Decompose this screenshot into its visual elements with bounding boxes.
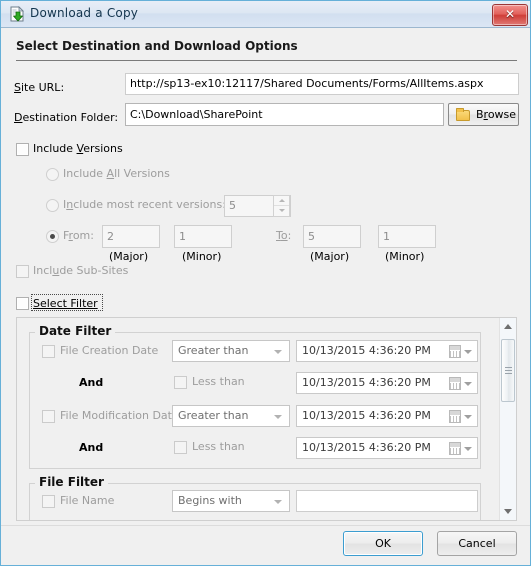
recent-versions-stepper[interactable] — [273, 195, 290, 217]
file-modification-date-from-input[interactable]: 10/13/2015 4:36:20 PM — [296, 405, 478, 427]
file-modification-date-from-value: 10/13/2015 4:36:20 PM — [302, 409, 431, 422]
browse-button-label: Browse — [476, 108, 517, 121]
file-modification-date-operator-select[interactable]: Greater than — [172, 405, 290, 427]
file-creation-date-checkbox[interactable] — [42, 345, 55, 358]
file-modification-date-label: File Modification Date — [60, 409, 179, 422]
file-creation-date-from-input[interactable]: 10/13/2015 4:36:20 PM — [296, 340, 478, 362]
scroll-down-arrow-icon[interactable] — [500, 503, 516, 520]
close-button[interactable]: ✕ — [492, 4, 528, 26]
from-minor-input[interactable]: 1 — [174, 225, 232, 248]
chevron-down-icon[interactable] — [464, 350, 472, 354]
chevron-down-icon — [274, 415, 282, 419]
page-title: Select Destination and Download Options — [16, 39, 298, 53]
file-creation-date-operator-value: Greater than — [178, 344, 249, 357]
title-bar: Download a Copy ✕ — [1, 1, 530, 28]
headline-divider — [16, 60, 517, 61]
date-filter-conjunction-2: And — [79, 441, 104, 454]
chevron-down-icon — [274, 500, 282, 504]
select-filter-focus-ring — [31, 294, 103, 311]
file-name-value-input[interactable] — [296, 490, 478, 512]
scroll-thumb[interactable] — [501, 339, 515, 402]
to-major-caption: (Major) — [310, 250, 350, 263]
window-title: Download a Copy — [30, 6, 139, 20]
download-document-icon — [10, 6, 24, 22]
cancel-button[interactable]: Cancel — [437, 531, 517, 556]
from-major-input[interactable]: 2 — [102, 225, 160, 248]
from-version-label: From: — [63, 229, 94, 242]
chevron-down-icon — [274, 350, 282, 354]
include-recent-versions-label: Include most recent versions: — [63, 198, 226, 211]
file-creation-date-to-value: 10/13/2015 4:36:20 PM — [302, 376, 431, 389]
footer-divider — [1, 525, 530, 526]
date-filter-conjunction-1: And — [79, 376, 104, 389]
file-modification-date-operator-value: Greater than — [178, 409, 249, 422]
site-url-input[interactable]: http://sp13-ex10:12117/Shared Documents/… — [125, 73, 519, 95]
to-minor-caption: (Minor) — [385, 250, 425, 263]
file-creation-date-from-value: 10/13/2015 4:36:20 PM — [302, 344, 431, 357]
browse-button[interactable]: Browse — [448, 103, 519, 126]
include-subsites-checkbox[interactable] — [16, 265, 29, 278]
to-minor-input[interactable]: 1 — [378, 225, 436, 248]
file-name-label: File Name — [60, 494, 115, 507]
from-version-radio[interactable] — [46, 230, 59, 243]
file-modification-date-to-input[interactable]: 10/13/2015 4:36:20 PM — [296, 437, 478, 459]
file-name-checkbox[interactable] — [42, 495, 55, 508]
destination-folder-label: Destination Folder: — [14, 111, 119, 124]
calendar-icon[interactable] — [449, 377, 461, 390]
file-modification-less-than-label: Less than — [192, 440, 245, 453]
include-recent-versions-radio[interactable] — [46, 199, 59, 212]
file-modification-date-checkbox[interactable] — [42, 410, 55, 423]
folder-icon — [456, 108, 470, 121]
stepper-down-icon[interactable] — [274, 206, 289, 215]
scroll-up-arrow-icon[interactable] — [500, 318, 516, 335]
include-versions-checkbox[interactable] — [16, 143, 29, 156]
include-all-versions-radio[interactable] — [46, 168, 59, 181]
include-versions-label: Include Versions — [33, 142, 123, 155]
to-major-input[interactable]: 5 — [303, 225, 361, 248]
to-version-label: To: — [276, 229, 292, 242]
file-name-operator-value: Begins with — [178, 494, 242, 507]
date-filter-group-title: Date Filter — [35, 324, 116, 338]
chevron-down-icon[interactable] — [464, 415, 472, 419]
file-creation-date-to-input[interactable]: 10/13/2015 4:36:20 PM — [296, 372, 478, 394]
file-modification-date-to-value: 10/13/2015 4:36:20 PM — [302, 441, 431, 454]
chevron-down-icon[interactable] — [464, 447, 472, 451]
select-filter-checkbox[interactable] — [16, 297, 29, 310]
download-a-copy-dialog: Download a Copy ✕ Select Destination and… — [0, 0, 531, 566]
ok-button[interactable]: OK — [343, 531, 423, 556]
stepper-up-icon[interactable] — [274, 196, 289, 205]
file-modification-less-than-checkbox[interactable] — [174, 441, 187, 454]
site-url-label: Site URL: — [14, 81, 65, 94]
calendar-icon[interactable] — [449, 442, 461, 455]
file-name-operator-select[interactable]: Begins with — [172, 490, 290, 512]
chevron-down-icon[interactable] — [464, 382, 472, 386]
include-all-versions-label: Include All Versions — [63, 167, 170, 180]
calendar-icon[interactable] — [449, 410, 461, 423]
calendar-icon[interactable] — [449, 345, 461, 358]
file-creation-date-operator-select[interactable]: Greater than — [172, 340, 290, 362]
include-subsites-label: Include Sub-Sites — [33, 264, 129, 277]
file-creation-less-than-checkbox[interactable] — [174, 376, 187, 389]
file-creation-less-than-label: Less than — [192, 375, 245, 388]
close-icon: ✕ — [504, 7, 516, 21]
filter-scrollbar[interactable] — [499, 318, 516, 520]
destination-folder-input[interactable]: C:\Download\SharePoint — [125, 103, 444, 126]
file-filter-group-title: File Filter — [35, 475, 108, 489]
filter-panel: Date Filter File Creation Date Greater t… — [16, 317, 517, 521]
from-minor-caption: (Minor) — [182, 250, 222, 263]
file-creation-date-label: File Creation Date — [60, 344, 159, 357]
from-major-caption: (Major) — [109, 250, 149, 263]
scroll-thumb-grip-icon — [505, 367, 512, 374]
